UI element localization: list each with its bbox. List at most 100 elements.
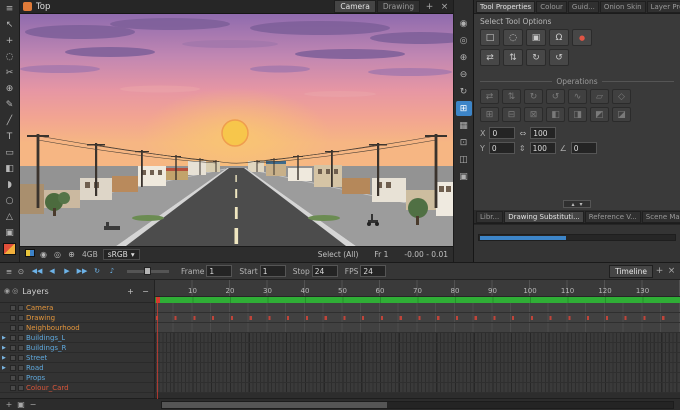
panel-tab[interactable]: Guid... (567, 1, 599, 13)
layer-lock-toggle[interactable] (18, 344, 24, 351)
panel-splitter[interactable]: ▴ ▾ (563, 200, 591, 208)
op-align-top-button[interactable]: ◩ (590, 107, 609, 122)
layer-lock-toggle[interactable] (18, 354, 24, 361)
play-button[interactable]: ▶ (60, 267, 74, 275)
substitution-slider-thumb[interactable] (480, 236, 567, 240)
split-view-button[interactable]: ◫ (456, 152, 472, 167)
camera-view-canvas[interactable] (20, 14, 453, 246)
layer-lock-toggle[interactable] (18, 364, 24, 371)
horizontal-scrollbar[interactable] (161, 400, 674, 409)
loop-button[interactable]: ↻ (90, 267, 104, 275)
zoom-out-button[interactable]: ⊖ (456, 67, 472, 82)
op-flatten-button[interactable]: ▱ (590, 89, 609, 104)
timeline-tab[interactable]: Timeline (609, 264, 653, 278)
op-flip-horizontal-button[interactable]: ⇄ (480, 89, 499, 104)
snapshot-button[interactable]: ▣ (456, 169, 472, 184)
flip-horizontal-button[interactable]: ⇄ (480, 49, 500, 66)
last-frame-button[interactable]: ▶▶ (75, 267, 89, 275)
reset-view-button[interactable]: ◉ (456, 16, 472, 31)
color-space-dropdown[interactable]: sRGB ▾ (102, 249, 140, 260)
exposure-row[interactable] (155, 323, 680, 333)
x-field[interactable] (489, 127, 516, 139)
exposure-row[interactable] (155, 373, 680, 383)
view-tab[interactable]: Drawing (376, 0, 420, 13)
select-tool-button[interactable]: ↖ (1, 17, 19, 33)
checker-background-button[interactable]: ▦ (456, 118, 472, 133)
brush-tool-button[interactable]: ✎ (1, 97, 19, 113)
matte-mode-icon[interactable]: ◎ (52, 249, 63, 260)
layer-row[interactable]: Neighbourhood (0, 323, 154, 333)
layer-show-toggle[interactable] (10, 344, 16, 351)
ellipse-tool-button[interactable]: ○ (1, 193, 19, 209)
op-flip-vertical-button[interactable]: ⇅ (502, 89, 521, 104)
y-field[interactable] (488, 142, 515, 154)
op-ungroup-button[interactable]: ⊟ (502, 107, 521, 122)
layer-row[interactable]: Camera (0, 303, 154, 313)
substitution-slider[interactable] (478, 234, 676, 241)
snap-options-button[interactable]: Ω (549, 29, 569, 46)
timeline-options-button[interactable]: ⊙ (15, 267, 27, 276)
panel-tab[interactable]: Tool Properties (476, 1, 536, 13)
layer-lock-toggle[interactable] (18, 374, 24, 381)
expand-arrow-icon[interactable]: ▶ (2, 335, 8, 341)
layer-lock-toggle[interactable] (18, 324, 24, 331)
playback-speed-slider[interactable] (127, 266, 169, 275)
colour-swatch-tool-button[interactable] (1, 241, 19, 257)
layer-show-toggle[interactable] (10, 334, 16, 341)
camera-view-button[interactable]: ◎ (456, 33, 472, 48)
view-tab[interactable]: Camera (334, 0, 376, 13)
angle-field[interactable] (570, 142, 597, 154)
add-layer-button[interactable]: + (126, 287, 135, 296)
first-frame-button[interactable]: ◀◀ (30, 267, 44, 275)
dropper-tool-button[interactable]: ◗ (1, 177, 19, 193)
layer-lock-toggle[interactable] (18, 304, 24, 311)
layer-row[interactable]: Colour_Card (0, 383, 154, 393)
add-peg-button[interactable]: ▣ (15, 400, 27, 409)
cutter-tool-button[interactable]: ✂ (1, 65, 19, 81)
op-rotate-ccw-button[interactable]: ↺ (546, 89, 565, 104)
op-align-left-button[interactable]: ◧ (546, 107, 565, 122)
layer-row[interactable]: ▶ Buildings_L (0, 333, 154, 343)
render-mode-icon[interactable]: ◉ (38, 249, 49, 260)
op-rotate-cw-button[interactable]: ↻ (524, 89, 543, 104)
exposure-grid[interactable] (155, 303, 680, 399)
layer-lock-toggle[interactable] (18, 384, 24, 391)
exposure-row[interactable] (155, 343, 680, 353)
layer-show-toggle[interactable] (10, 364, 16, 371)
layer-lock-toggle[interactable] (18, 334, 24, 341)
op-align-right-button[interactable]: ◨ (568, 107, 587, 122)
lower-panel-tab[interactable]: Libr... (476, 211, 504, 223)
flip-vertical-button[interactable]: ⇅ (503, 49, 523, 66)
colour-preview-icon[interactable] (25, 249, 35, 257)
layer-show-toggle[interactable] (10, 314, 16, 321)
add-view-button[interactable]: + (424, 2, 435, 12)
solo-mode-icon[interactable]: ◎ (12, 287, 18, 295)
shape-tool-button[interactable]: ▣ (1, 225, 19, 241)
menu-tool-button[interactable]: ≡ (1, 1, 19, 17)
layer-show-toggle[interactable] (10, 324, 16, 331)
layer-show-toggle[interactable] (10, 354, 16, 361)
frame-field[interactable] (206, 265, 233, 277)
op-smooth-button[interactable]: ∿ (568, 89, 587, 104)
transform-tool-button[interactable]: + (1, 33, 19, 49)
op-distribute-button[interactable]: ◇ (612, 89, 631, 104)
marquee-button[interactable]: □ (480, 29, 500, 46)
op-group-button[interactable]: ⊞ (480, 107, 499, 122)
pencil-tool-button[interactable]: ╱ (1, 113, 19, 129)
layer-row[interactable]: ▶ Buildings_R (0, 343, 154, 353)
zoom-in-button[interactable]: ⊕ (456, 50, 472, 65)
sound-button[interactable]: ♪ (105, 267, 119, 275)
layer-lock-toggle[interactable] (18, 314, 24, 321)
expand-arrow-icon[interactable]: ▶ (2, 355, 8, 361)
rotate-view-button[interactable]: ↻ (456, 84, 472, 99)
rotate-90-ccw-button[interactable]: ↺ (549, 49, 569, 66)
expand-arrow-icon[interactable]: ▶ (2, 345, 8, 351)
lasso-button[interactable]: ◌ (503, 29, 523, 46)
add-panel-button[interactable]: + (654, 266, 665, 276)
exposure-row[interactable] (155, 333, 680, 343)
frame-area[interactable]: 10 20 30 40 50 60 70 80 90 100 110 120 1… (155, 280, 680, 399)
exposure-row[interactable] (155, 353, 680, 363)
panel-tab[interactable]: Layer Properties (646, 1, 680, 13)
permanent-selection-button[interactable]: ● (572, 29, 592, 46)
close-view-button[interactable]: × (439, 2, 450, 12)
